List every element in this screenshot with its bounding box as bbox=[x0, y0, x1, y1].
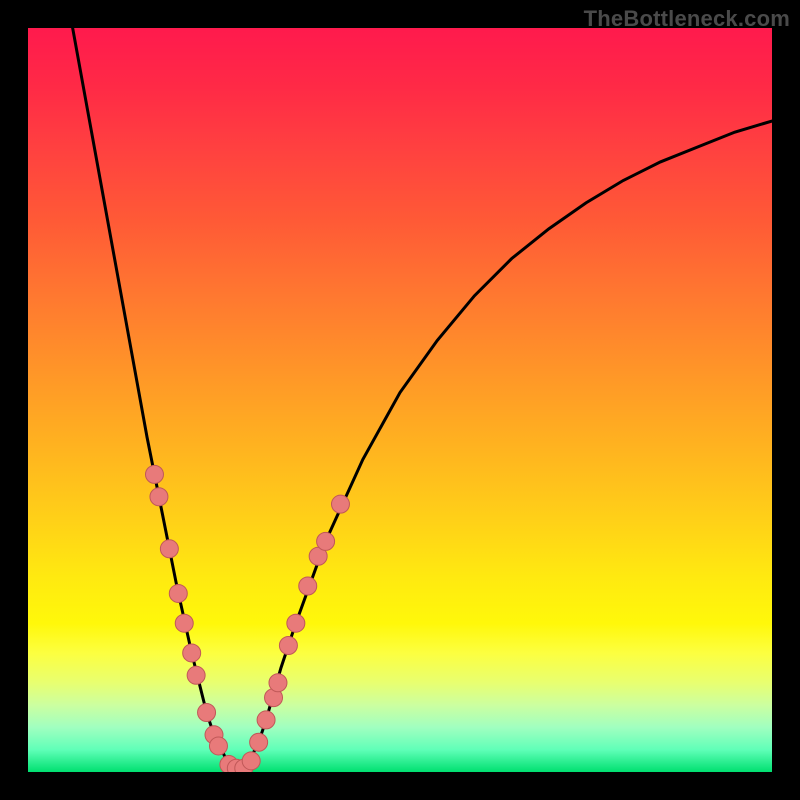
data-marker bbox=[150, 488, 168, 506]
data-marker bbox=[299, 577, 317, 595]
data-marker bbox=[269, 674, 287, 692]
curve-right-branch bbox=[236, 121, 772, 772]
watermark-label: TheBottleneck.com bbox=[584, 6, 790, 32]
data-marker bbox=[331, 495, 349, 513]
data-marker bbox=[183, 644, 201, 662]
chart-frame: TheBottleneck.com bbox=[0, 0, 800, 800]
data-marker bbox=[242, 752, 260, 770]
marker-layer bbox=[145, 465, 349, 772]
data-marker bbox=[175, 614, 193, 632]
data-marker bbox=[250, 733, 268, 751]
data-marker bbox=[317, 532, 335, 550]
data-marker bbox=[160, 540, 178, 558]
curve-layer bbox=[73, 28, 772, 772]
data-marker bbox=[145, 465, 163, 483]
data-marker bbox=[209, 737, 227, 755]
curve-left-branch bbox=[73, 28, 237, 772]
data-marker bbox=[257, 711, 275, 729]
data-marker bbox=[279, 637, 297, 655]
data-marker bbox=[198, 703, 216, 721]
data-marker bbox=[187, 666, 205, 684]
chart-plot-area bbox=[28, 28, 772, 772]
data-marker bbox=[287, 614, 305, 632]
data-marker bbox=[169, 584, 187, 602]
chart-svg bbox=[28, 28, 772, 772]
